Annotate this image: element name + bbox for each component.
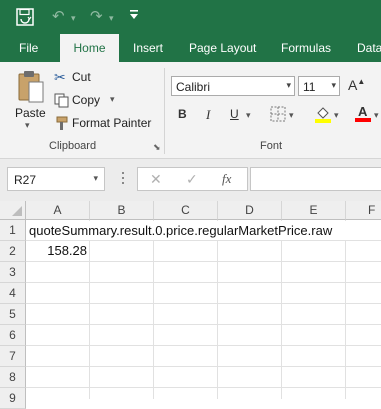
font-group-label: Font — [260, 140, 283, 152]
name-box-value: R27 — [14, 173, 37, 187]
gridline — [281, 220, 282, 399]
chevron-down-icon: ▾ — [93, 173, 98, 183]
italic-button[interactable]: I — [206, 107, 210, 123]
redo-dropdown-icon[interactable]: ▾ — [109, 11, 114, 26]
copy-dropdown-icon: ▾ — [110, 94, 115, 104]
column-header-a[interactable]: A — [26, 201, 90, 220]
font-color-dropdown-icon[interactable]: ▾ — [374, 110, 379, 121]
row-header-8[interactable]: 8 — [0, 367, 26, 388]
row-header-2[interactable]: 2 — [0, 241, 26, 262]
paste-button[interactable]: Paste ▾ — [12, 68, 48, 130]
gridline — [153, 220, 154, 399]
copy-label: Copy — [72, 93, 101, 107]
paste-dropdown-icon: ▾ — [25, 120, 30, 130]
formula-buttons: ✕ ✓ fx — [137, 167, 248, 191]
gridline — [26, 345, 381, 346]
cut-button[interactable]: ✂ Cut — [54, 69, 114, 87]
name-box[interactable]: R27 ▾ — [7, 167, 105, 191]
save-icon[interactable] — [16, 8, 34, 26]
gridline — [89, 220, 90, 399]
paste-label: Paste — [15, 106, 46, 120]
group-separator — [164, 68, 165, 154]
fill-color-dropdown-icon[interactable]: ▾ — [334, 110, 339, 121]
gridline — [26, 282, 381, 283]
column-header-e[interactable]: E — [282, 201, 346, 220]
undo-dropdown-icon[interactable]: ▾ — [71, 11, 76, 26]
cell-a1-value: quoteSummary.result.0.price.regularMarke… — [29, 223, 333, 238]
cell-a1[interactable]: quoteSummary.result.0.price.regularMarke… — [27, 221, 381, 240]
tab-file[interactable]: File — [19, 34, 38, 62]
chevron-down-icon: ▾ — [286, 80, 291, 90]
cancel-icon[interactable]: ✕ — [150, 171, 162, 188]
tab-formulas[interactable]: Formulas — [281, 34, 331, 62]
gridline — [217, 220, 218, 399]
customize-qat-icon[interactable] — [129, 9, 139, 26]
chevron-down-icon: ▾ — [331, 80, 336, 90]
column-header-d[interactable]: D — [218, 201, 282, 220]
tab-page-layout[interactable]: Page Layout — [189, 34, 256, 62]
underline-dropdown-icon[interactable]: ▾ — [246, 110, 251, 121]
tab-home[interactable]: Home — [60, 34, 119, 62]
copy-button[interactable]: Copy ▾ — [54, 92, 124, 110]
select-all-corner[interactable] — [0, 201, 26, 220]
font-name-value: Calibri — [176, 80, 211, 94]
row-header-3[interactable]: 3 — [0, 262, 26, 283]
column-header-f[interactable]: F — [346, 201, 381, 220]
gridline — [26, 387, 381, 388]
copy-icon — [54, 93, 69, 111]
borders-dropdown-icon[interactable]: ▾ — [289, 110, 294, 121]
formula-input[interactable] — [250, 167, 381, 191]
cell-a2[interactable]: 158.28 — [27, 241, 89, 260]
paintbrush-icon — [54, 116, 69, 134]
underline-button[interactable]: U — [230, 107, 239, 121]
scissors-icon: ✂ — [54, 69, 66, 85]
tab-data[interactable]: Data — [357, 34, 381, 62]
row-header-1[interactable]: 1 — [0, 220, 26, 241]
formula-bar-splitter-icon[interactable] — [122, 172, 125, 186]
undo-icon[interactable]: ↶ — [52, 9, 65, 24]
insert-function-icon[interactable]: fx — [222, 171, 231, 187]
gridline — [345, 220, 346, 399]
font-name-combo[interactable]: Calibri ▾ — [171, 76, 295, 96]
column-header-c[interactable]: C — [154, 201, 218, 220]
gridline — [26, 261, 381, 262]
gridline — [26, 303, 381, 304]
font-size-value: 11 — [303, 80, 316, 94]
clipboard-dialog-launcher-icon[interactable]: ⬊ — [153, 142, 161, 153]
tab-insert[interactable]: Insert — [133, 34, 163, 62]
redo-icon[interactable]: ↷ — [90, 9, 103, 24]
clipboard-icon — [17, 70, 45, 104]
increase-font-size-button[interactable]: A▲ — [348, 77, 365, 93]
row-header-6[interactable]: 6 — [0, 325, 26, 346]
fill-color-icon[interactable] — [314, 105, 332, 126]
row-header-7[interactable]: 7 — [0, 346, 26, 367]
font-color-icon[interactable]: A — [355, 104, 373, 122]
row-header-4[interactable]: 4 — [0, 283, 26, 304]
cut-label: Cut — [72, 70, 91, 84]
column-header-b[interactable]: B — [90, 201, 154, 220]
format-painter-label: Format Painter — [72, 116, 152, 130]
gridline — [26, 324, 381, 325]
font-size-combo[interactable]: 11 ▾ — [298, 76, 340, 96]
format-painter-button[interactable]: Format Painter — [54, 115, 154, 133]
row-header-5[interactable]: 5 — [0, 304, 26, 325]
clipboard-group-label: Clipboard — [49, 140, 97, 152]
cell-a2-value: 158.28 — [47, 243, 87, 258]
gridline — [26, 366, 381, 367]
bold-button[interactable]: B — [178, 107, 187, 121]
enter-icon[interactable]: ✓ — [186, 171, 198, 188]
borders-icon[interactable] — [270, 106, 286, 125]
